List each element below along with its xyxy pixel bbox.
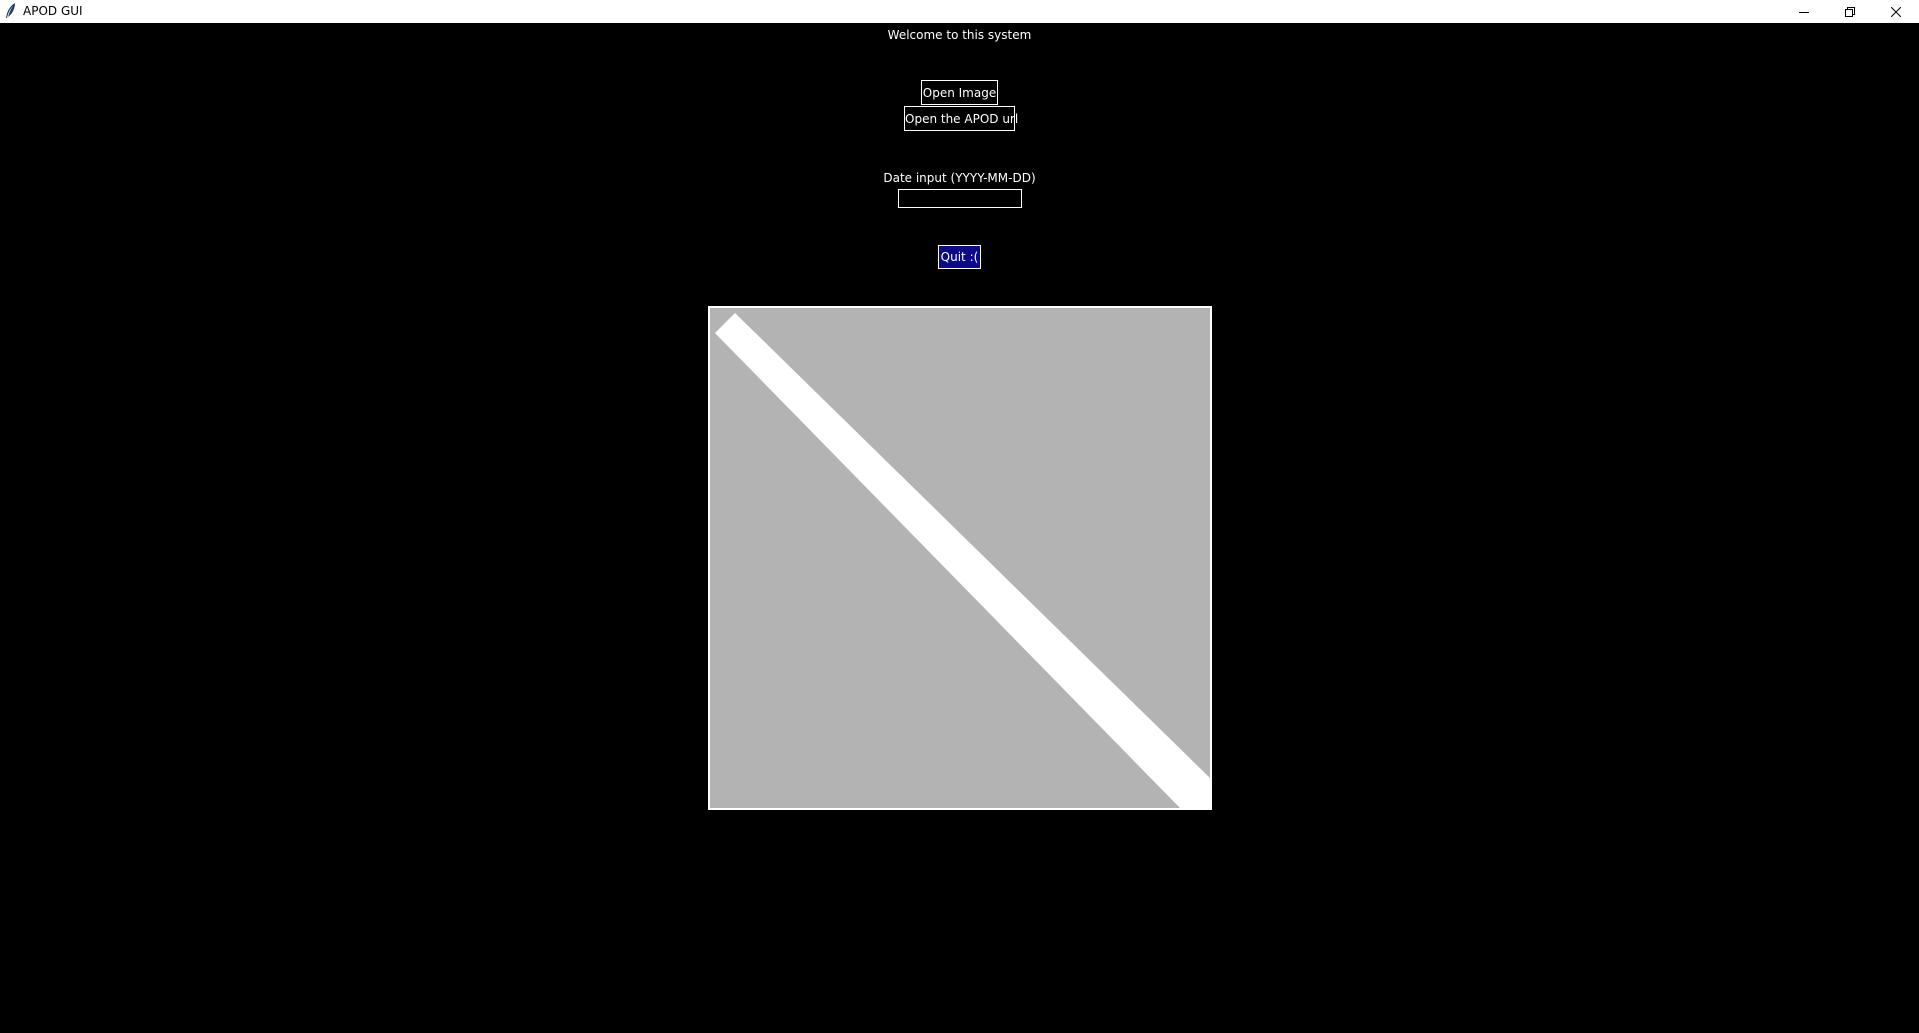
restore-icon (1845, 6, 1855, 17)
welcome-label: Welcome to this system (887, 28, 1032, 42)
window-title: APOD GUI (23, 4, 83, 18)
date-input-field[interactable] (898, 189, 1022, 208)
broken-image-placeholder-icon (715, 313, 1210, 808)
close-button[interactable] (1873, 0, 1919, 23)
open-image-button[interactable]: Open Image (921, 80, 998, 105)
open-apod-url-button[interactable]: Open the APOD url (904, 106, 1018, 131)
minimize-button[interactable] (1781, 0, 1827, 23)
quit-button[interactable]: Quit :( (938, 245, 981, 269)
window-titlebar[interactable]: APOD GUI (0, 0, 1919, 23)
feather-icon (5, 3, 17, 19)
close-icon (1891, 6, 1901, 17)
restore-button[interactable] (1827, 0, 1873, 23)
main-window: Welcome to this system Open Image Open t… (0, 23, 1919, 1033)
date-input-label: Date input (YYYY-MM-DD) (883, 171, 1036, 185)
minimize-icon (1799, 7, 1809, 17)
image-display (708, 306, 1212, 810)
